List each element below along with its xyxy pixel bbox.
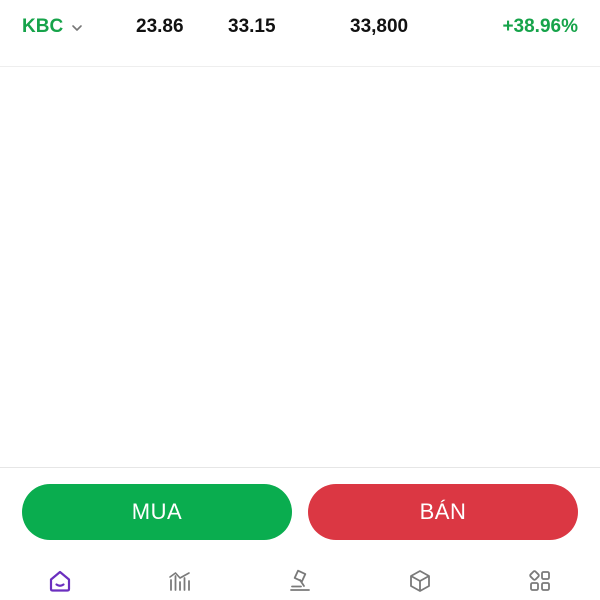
current-price: 33.15 (228, 16, 276, 37)
sell-button[interactable]: BÁN (308, 484, 578, 540)
volume: 33,800 (350, 16, 409, 37)
box-icon[interactable] (407, 568, 433, 594)
nav-auction[interactable] (285, 566, 315, 596)
chevron-down-icon[interactable] (71, 21, 83, 33)
home-icon[interactable] (47, 568, 73, 594)
change-percent: +38.96% (502, 16, 578, 37)
content-area (0, 67, 600, 467)
apps-grid-icon[interactable] (527, 568, 553, 594)
stock-symbol[interactable]: KBC (22, 15, 63, 39)
auction-hammer-icon[interactable] (287, 568, 313, 594)
symbol-selector[interactable]: KBC (22, 15, 83, 39)
bottom-nav (0, 556, 600, 600)
nav-more[interactable] (525, 566, 555, 596)
app-screen: KBC 23.86 33.15 33,800 +38.96% MUA BÁN (0, 0, 600, 600)
nav-products[interactable] (405, 566, 435, 596)
nav-home[interactable] (45, 566, 75, 596)
stock-row[interactable]: KBC 23.86 33.15 33,800 +38.96% (0, 0, 600, 67)
market-chart-icon[interactable] (167, 568, 193, 594)
nav-market[interactable] (165, 566, 195, 596)
buy-button[interactable]: MUA (22, 484, 292, 540)
reference-price: 23.86 (136, 16, 184, 37)
action-bar: MUA BÁN (0, 467, 600, 557)
